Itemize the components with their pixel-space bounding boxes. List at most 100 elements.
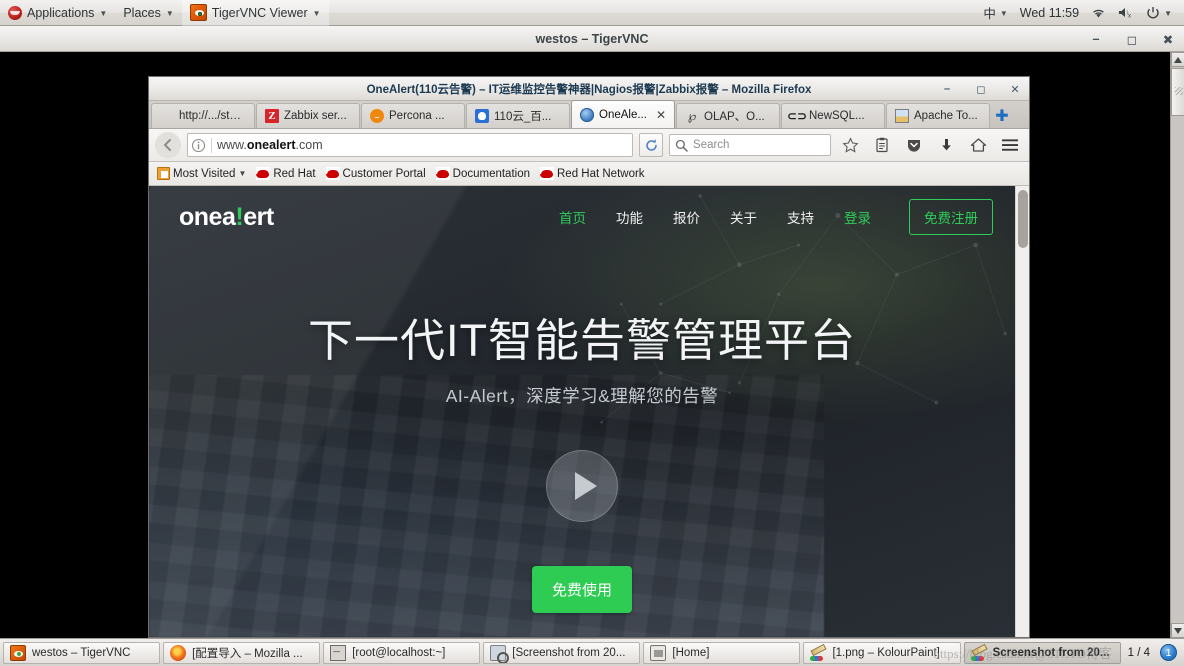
firefox-icon: [170, 644, 187, 661]
taskbar-item-home[interactable]: [Home]: [643, 641, 801, 664]
tab-percona[interactable]: Percona ...: [361, 103, 465, 128]
nav-item-login[interactable]: 登录: [844, 207, 871, 227]
tab-olap[interactable]: ℘ OLAP、O...: [676, 103, 780, 128]
nav-item-home[interactable]: 首页: [559, 207, 586, 227]
pocket-button[interactable]: [901, 132, 927, 158]
tab-baidu[interactable]: 110云_百...: [466, 103, 570, 128]
firefox-close-button[interactable]: ✕: [1007, 81, 1023, 97]
taskbar-item-terminal[interactable]: [root@localhost:~]: [323, 641, 481, 664]
tab-label: 110云_百...: [494, 111, 552, 123]
firefox-window: OneAlert(110云告警) – IT运维监控告警神器|Nagios报警|Z…: [148, 76, 1030, 638]
tab-label: Apache To...: [914, 110, 978, 122]
bookmark-star-button[interactable]: [837, 132, 863, 158]
vnc-window-controls: – ◻ ✖: [1088, 26, 1176, 52]
vnc-maximize-button[interactable]: ◻: [1124, 31, 1140, 47]
browser-content-viewport: onea! ert 首页 功能 报价 关于 支持 登录 免费注册 下一代IT智能…: [149, 186, 1029, 637]
page-vertical-scrollbar[interactable]: [1015, 186, 1029, 637]
url-bar[interactable]: www.onealert.com: [187, 133, 633, 157]
logo-text-part1: onea: [179, 202, 236, 231]
tab-zabbix[interactable]: Z Zabbix ser...: [256, 103, 360, 128]
tab-close-icon[interactable]: ✕: [656, 108, 666, 122]
register-button[interactable]: 免费注册: [909, 199, 993, 235]
chevron-down-icon: ▼: [312, 9, 321, 18]
new-tab-button[interactable]: ✚: [991, 103, 1013, 128]
reload-button[interactable]: [639, 133, 663, 157]
places-menu-label: Places: [123, 5, 161, 20]
places-menu[interactable]: Places ▼: [115, 0, 181, 26]
site-menu: 首页 功能 报价 关于 支持 登录: [559, 207, 871, 227]
workspace-badge[interactable]: 1: [1160, 644, 1178, 661]
volume-indicator[interactable]: x: [1112, 0, 1140, 26]
bookmark-red-hat[interactable]: Red Hat: [252, 166, 319, 181]
svg-text:x: x: [1128, 14, 1131, 20]
taskbar-item-screenshot-1[interactable]: [Screenshot from 20...: [483, 641, 641, 664]
back-button[interactable]: [155, 132, 181, 158]
url-text: www.onealert.com: [217, 138, 323, 152]
input-method-indicator[interactable]: 中 ▼: [977, 0, 1013, 26]
hero-headline: 下一代IT智能告警管理平台: [308, 315, 856, 366]
tab-onealert[interactable]: OneAle... ✕: [571, 100, 675, 128]
tab-newsql[interactable]: ⊂⊃ NewSQL...: [781, 103, 885, 128]
hero-section: 下一代IT智能告警管理平台 AI-Alert，深度学习&理解您的告警 免费使用: [149, 248, 1015, 613]
menu-button[interactable]: [997, 132, 1023, 158]
power-menu[interactable]: ▼: [1140, 0, 1178, 26]
wifi-icon: [1093, 9, 1104, 18]
firefox-maximize-button[interactable]: ◻: [973, 81, 989, 97]
library-button[interactable]: [869, 132, 895, 158]
applications-menu[interactable]: Applications ▼: [0, 0, 115, 26]
bookmark-label: Red Hat Network: [557, 167, 645, 180]
vnc-scrollbar-thumb[interactable]: [1171, 68, 1184, 116]
free-trial-button[interactable]: 免费使用: [532, 566, 632, 613]
taskbar-item-kolourpaint[interactable]: [1.png – KolourPaint]: [803, 641, 961, 664]
vnc-remote-desktop-canvas[interactable]: OneAlert(110云告警) – IT运维监控告警神器|Nagios报警|Z…: [0, 52, 1170, 638]
nav-item-pricing[interactable]: 报价: [673, 207, 700, 227]
active-window-label: TigerVNC Viewer: [211, 5, 308, 20]
redhat-icon: [540, 167, 554, 180]
file-manager-icon: [650, 644, 667, 661]
firefox-window-controls: – ◻ ✕: [939, 77, 1023, 101]
logo-exclamation-icon: !: [235, 202, 244, 231]
bookmark-red-hat-network[interactable]: Red Hat Network: [536, 166, 649, 181]
scrollbar-thumb[interactable]: [1018, 190, 1028, 248]
active-window-menu[interactable]: TigerVNC Viewer ▼: [181, 0, 329, 26]
home-button[interactable]: [965, 132, 991, 158]
tab-label: OLAP、O...: [704, 111, 765, 123]
taskbar-item-firefox[interactable]: [配置导入 – Mozilla ...: [163, 641, 321, 664]
tab-status[interactable]: http://.../status: [151, 103, 255, 128]
onealert-logo[interactable]: onea! ert: [179, 203, 274, 232]
blank-page-icon: [160, 109, 174, 123]
bookmark-most-visited[interactable]: Most Visited ▼: [153, 166, 250, 181]
taskbar-item-tigervnc[interactable]: westos – TigerVNC: [3, 641, 161, 664]
downloads-button[interactable]: [933, 132, 959, 158]
nav-item-about[interactable]: 关于: [730, 207, 757, 227]
firefox-minimize-button[interactable]: –: [939, 81, 955, 97]
hero-subheadline: AI-Alert，深度学习&理解您的告警: [445, 386, 719, 406]
taskbar-item-label: [Home]: [672, 646, 710, 659]
workspace-switcher[interactable]: 1 / 4 1: [1124, 644, 1181, 661]
onealert-globe-icon: [580, 107, 594, 122]
taskbar-item-label: [Screenshot from 20...: [512, 646, 626, 659]
network-indicator[interactable]: [1085, 0, 1112, 26]
search-input[interactable]: Search: [669, 134, 831, 156]
url-domain: onealert: [246, 138, 296, 152]
bookmark-documentation[interactable]: Documentation: [432, 166, 534, 181]
play-video-button[interactable]: [546, 450, 618, 522]
clock[interactable]: Wed 11:59: [1014, 0, 1085, 26]
bookmark-customer-portal[interactable]: Customer Portal: [322, 166, 430, 181]
vnc-vertical-scrollbar[interactable]: [1170, 52, 1184, 638]
terminal-icon: [330, 643, 347, 661]
scroll-up-arrow-icon[interactable]: [1171, 52, 1184, 67]
nav-item-features[interactable]: 功能: [616, 207, 643, 227]
scroll-down-arrow-icon[interactable]: [1171, 623, 1184, 638]
tigervnc-icon: [189, 4, 207, 21]
nav-item-support[interactable]: 支持: [787, 207, 814, 227]
vnc-titlebar: westos – TigerVNC – ◻ ✖: [0, 26, 1184, 52]
vnc-minimize-button[interactable]: –: [1088, 31, 1104, 47]
taskbar-item-screenshot-2[interactable]: Screenshot from 20...: [963, 641, 1121, 664]
chevron-down-icon: ▼: [99, 9, 108, 18]
vnc-close-button[interactable]: ✖: [1160, 31, 1176, 47]
tab-label: Zabbix ser...: [284, 110, 347, 122]
firefox-navigation-toolbar: www.onealert.com Search: [149, 129, 1029, 162]
kolourpaint-icon: [970, 645, 987, 661]
tab-apache-tomcat[interactable]: Apache To...: [886, 103, 990, 128]
